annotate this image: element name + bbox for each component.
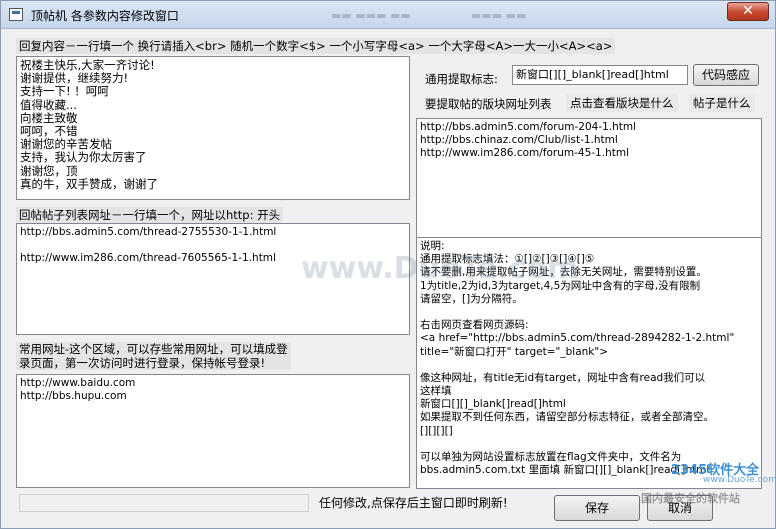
notes-line: <a href="http://bbs.admin5.com/thread-28… bbox=[420, 332, 735, 345]
notes-line bbox=[420, 359, 758, 372]
common-urls-textarea[interactable]: http://www.baidu.com http://bbs.hupu.com bbox=[16, 374, 410, 488]
extract-flag-label: 通用提取标志: bbox=[425, 72, 498, 86]
thread-url-line: http://www.im286.com/thread-7605565-1-1.… bbox=[20, 252, 276, 265]
title-bar: 顶帖机 各参数内容修改窗口 ▬▬ ▬▬▬ ▬▬ ▬▬▬ ▬▬ ✕ bbox=[1, 1, 775, 29]
code-sense-button[interactable]: 代码感应 bbox=[693, 64, 759, 86]
close-icon: ✕ bbox=[742, 3, 754, 19]
reply-line: 谢谢您，顶 bbox=[20, 163, 78, 178]
thread-url-line bbox=[20, 239, 406, 252]
thread-url-line: http://bbs.admin5.com/thread-2755530-1-1… bbox=[20, 226, 277, 238]
cancel-button[interactable]: 取消 bbox=[647, 495, 713, 521]
notes-line: 这样填 bbox=[420, 385, 452, 398]
window-title: 顶帖机 各参数内容修改窗口 bbox=[31, 9, 179, 23]
notes-line bbox=[420, 306, 758, 319]
status-text: 任何修改,点保存后主窗口即时刷新! bbox=[319, 496, 508, 510]
reply-content-textarea[interactable]: 祝楼主快乐,大家一齐讨论! 谢谢提供，继续努力! 支持一下! ！呵呵 值得收藏... 向… bbox=[16, 56, 410, 200]
notes-line: [][][][] bbox=[420, 424, 453, 437]
notes-line: 通用提取标志填法：①[]②[]③[]④[]⑤ bbox=[420, 253, 595, 266]
forum-urls-textarea[interactable]: http://bbs.admin5.com/forum-204-1.html ht… bbox=[416, 118, 762, 239]
extract-flag-input[interactable]: 新窗口[][]_blank[]read[]html bbox=[512, 65, 688, 85]
thread-urls-label: 回帖帖子列表网址－一行填一个，网址以http: 开头 bbox=[16, 207, 284, 223]
what-is-thread-link[interactable]: 帖子是什么 bbox=[689, 94, 755, 112]
thread-urls-textarea[interactable]: http://bbs.admin5.com/thread-2755530-1-1… bbox=[16, 223, 410, 335]
view-forum-link[interactable]: 点击查看版块是什么 bbox=[566, 94, 678, 112]
notes-line: 像这种网址，有title无id有target，网址中含有read我们可以 bbox=[420, 371, 706, 384]
notes-line: 右击网页查看网页源码: bbox=[420, 319, 529, 332]
forum-url-line: http://bbs.admin5.com/forum-204-1.html bbox=[420, 121, 637, 133]
settings-window: 顶帖机 各参数内容修改窗口 ▬▬ ▬▬▬ ▬▬ ▬▬▬ ▬▬ ✕ 回复内容－一行… bbox=[0, 0, 776, 529]
reply-content-label: 回复内容－一行填一个 换行请插入<br> 随机一个数字<$> 一个小写字母<a>… bbox=[16, 38, 616, 54]
notes-line: 请留空，[]为分隔符。 bbox=[420, 292, 523, 305]
notes-line: bbs.admin5.com.txt 里面填 新窗口[][]_blank[]re… bbox=[420, 464, 710, 477]
close-button[interactable]: ✕ bbox=[727, 2, 769, 21]
app-icon bbox=[9, 8, 23, 21]
forum-list-label: 要提取帖的版块网址列表 bbox=[425, 97, 552, 111]
common-url-line: http://www.baidu.com bbox=[20, 377, 136, 389]
reply-line: 支持，我认为你太厉害了 bbox=[20, 150, 147, 165]
common-url-line: http://bbs.hupu.com bbox=[20, 390, 127, 403]
notes-line: 请不要删,用来提取帖子网址，去除无关网址，需要特别设置。 bbox=[420, 266, 707, 279]
forum-url-line: http://bbs.chinaz.com/Club/list-1.html bbox=[420, 134, 618, 147]
notes-textarea[interactable]: 说明: 通用提取标志填法：①[]②[]③[]④[]⑤ 请不要删,用来提取帖子网址，去… bbox=[416, 237, 762, 489]
notes-line: 说明: bbox=[420, 240, 445, 252]
status-field bbox=[19, 494, 309, 512]
notes-line: 如果提取不到任何东西，请留空部分标志特征，或者全部清空。 bbox=[420, 411, 714, 424]
title-bar-ghost-text: ▬▬▬ ▬▬ bbox=[471, 9, 527, 22]
notes-line: 1为title,2为id,3为target,4,5为网址中含有的字母,没有限制 bbox=[420, 279, 701, 292]
notes-line: title="新窗口打开" target="_blank"> bbox=[420, 345, 609, 358]
notes-line bbox=[420, 438, 758, 451]
title-bar-ghost-text: ▬▬ ▬▬▬ ▬▬ bbox=[331, 9, 411, 22]
notes-line: 新窗口[][]_blank[]read[]html bbox=[420, 398, 566, 411]
reply-line: 值得收藏... bbox=[20, 97, 77, 112]
reply-line: 支持一下! ！呵呵 bbox=[20, 84, 109, 99]
common-urls-label: 常用网址-这个区域，可以存些常用网址，可以填成登 录页面，第一次访问时进行登录，… bbox=[16, 342, 291, 370]
forum-url-line: http://www.im286.com/forum-45-1.html bbox=[420, 147, 629, 160]
save-button[interactable]: 保存 bbox=[554, 495, 640, 521]
notes-line: 可以单独为网站设置标志放置在flag文件夹中，文件名为 bbox=[420, 451, 682, 463]
common-urls-label-line1: 常用网址-这个区域，可以存些常用网址，可以填成登 bbox=[19, 342, 288, 356]
common-urls-label-line2: 录页面，第一次访问时进行登录，保持帐号登录! bbox=[19, 356, 266, 370]
reply-line: 真的牛，双手赞成，谢谢了 bbox=[20, 176, 158, 191]
